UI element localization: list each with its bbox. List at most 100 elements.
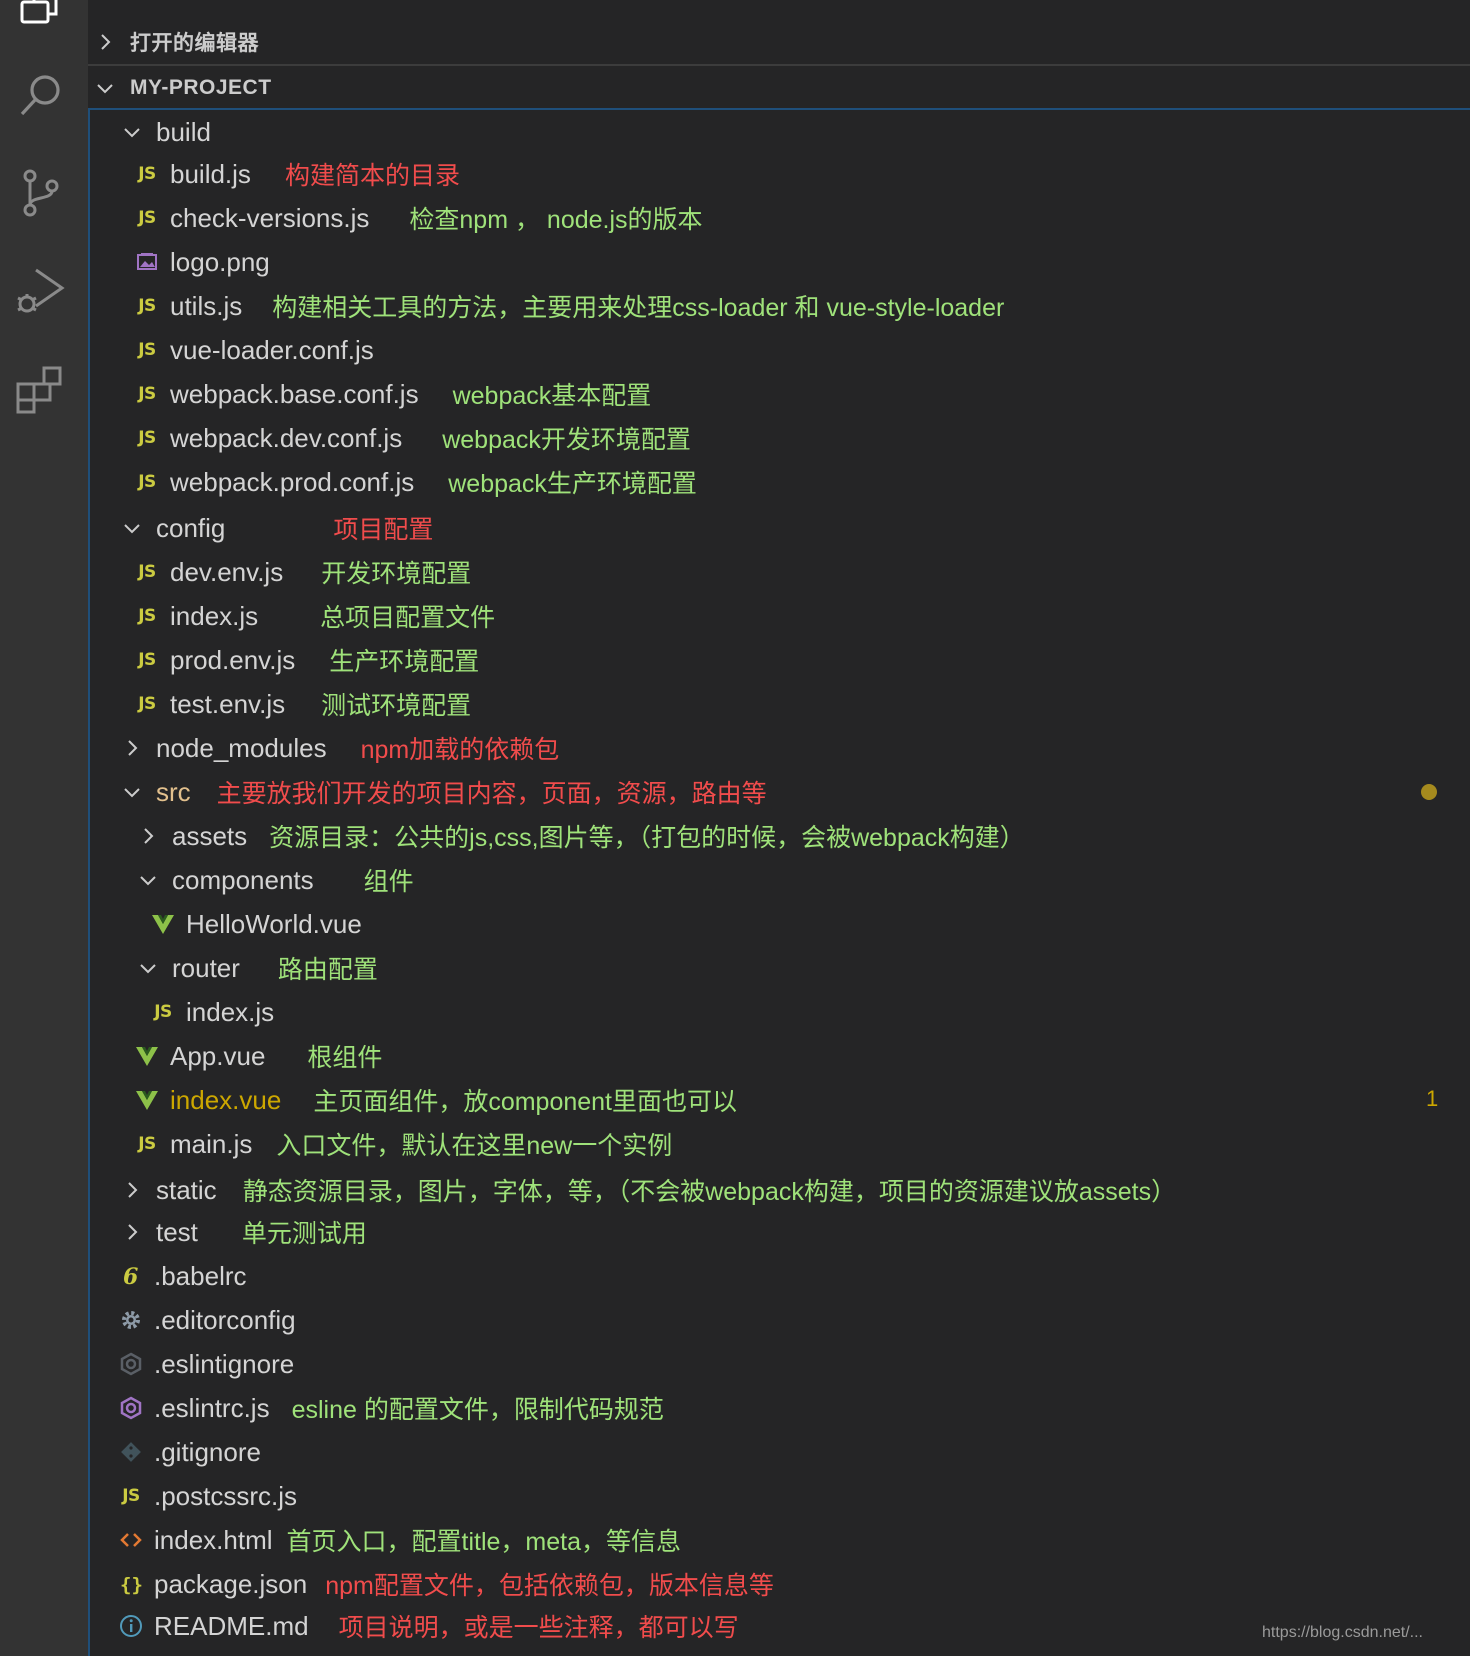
tree-folder[interactable]: components 组件 (136, 858, 414, 902)
section-open-editors[interactable]: 打开的编辑器 (94, 22, 259, 62)
tree-file[interactable]: JS vue-loader.conf.js (134, 328, 374, 372)
tree-file[interactable]: .eslintignore (118, 1342, 294, 1386)
file-name: .postcssrc.js (154, 1480, 298, 1511)
eslint-icon (118, 1351, 144, 1377)
tree-file[interactable]: JS .postcssrc.js (118, 1474, 297, 1518)
tree-file[interactable]: 6 .babelrc (118, 1254, 247, 1298)
tree-file[interactable]: JS dev.env.js 开发环境配置 (134, 550, 471, 594)
file-name: .eslintrc.js (154, 1392, 270, 1423)
focus-border (88, 108, 1470, 110)
chevron-right-icon (136, 824, 160, 848)
tree-folder[interactable]: test 单元测试用 (120, 1210, 367, 1254)
js-file-icon: JS (138, 606, 156, 626)
source-control-icon[interactable] (14, 166, 68, 220)
babel-icon: 6 (118, 1263, 144, 1289)
tree-file[interactable]: .editorconfig (118, 1298, 296, 1342)
tree-file[interactable]: {} package.json npm配置文件，包括依赖包，版本信息等 (118, 1562, 774, 1606)
annotation-note: npm配置文件，包括依赖包，版本信息等 (325, 1572, 774, 1600)
tree-folder[interactable]: src 主要放我们开发的项目内容，页面，资源，路由等 (120, 770, 767, 814)
chevron-down-icon (136, 868, 160, 892)
tree-file[interactable]: JS utils.js 构建相关工具的方法，主要用来处理css-loader 和 v… (134, 284, 1004, 328)
focus-border-left (88, 110, 90, 1656)
tree-folder[interactable]: assets 资源目录：公共的js,css,图片等，（打包的时候，会被webpac… (136, 814, 1025, 858)
annotation-note: 资源目录：公共的js,css,图片等，（打包的时候，会被webpack构建） (269, 824, 1025, 852)
tree-file[interactable]: JS webpack.dev.conf.js webpack开发环境配置 (134, 416, 691, 460)
tree-file[interactable]: .gitignore (118, 1430, 261, 1474)
tree-file[interactable]: logo.png (134, 240, 270, 284)
tree-folder[interactable]: static 静态资源目录，图片，字体，等，（不会被webpack构建，项目的资源… (120, 1168, 1176, 1212)
annotation-note: 单元测试用 (241, 1220, 367, 1248)
js-file-icon: JS (138, 1134, 156, 1154)
file-name: node_modules (156, 732, 327, 763)
git-icon (118, 1439, 144, 1465)
file-name: index.js (170, 600, 259, 631)
chevron-down-icon (136, 956, 160, 980)
tree-file[interactable]: JS index.js 总项目配置文件 (134, 594, 495, 638)
extensions-icon[interactable] (14, 362, 68, 416)
activity-bar (0, 0, 88, 1656)
annotation-note: 生产环境配置 (329, 648, 480, 676)
js-file-icon: JS (138, 164, 156, 184)
file-name: webpack.base.conf.js (170, 378, 419, 409)
tree-file[interactable]: JS index.js (150, 990, 274, 1034)
tree-folder[interactable]: node_modules npm加载的依赖包 (120, 726, 559, 770)
tree-file[interactable]: JS prod.env.js 生产环境配置 (134, 638, 479, 682)
tree-file[interactable]: JS webpack.prod.conf.js webpack生产环境配置 (134, 460, 697, 504)
tree-file[interactable]: JS main.js 入口文件，默认在这里new一个实例 (134, 1122, 672, 1166)
tree-file[interactable]: JS check-versions.js 检查npm ， node.js的版本 (134, 196, 702, 240)
annotation-note: 构建简本的目录 (284, 162, 460, 190)
section-project[interactable]: MY-PROJECT (94, 68, 272, 108)
html-icon (118, 1527, 144, 1553)
files-icon[interactable] (14, 0, 68, 42)
tree-file[interactable]: .eslintrc.js esline 的配置文件，限制代码规范 (118, 1386, 664, 1430)
file-name: README.md (154, 1610, 309, 1641)
file-name: .editorconfig (154, 1304, 296, 1335)
tree-file[interactable]: README.md 项目说明，或是一些注释，都可以写 (118, 1604, 739, 1648)
watermark-text: https://blog.csdn.net/... (1262, 1624, 1423, 1641)
file-name: HelloWorld.vue (186, 908, 362, 939)
tree-file[interactable]: JS test.env.js 测试环境配置 (134, 682, 471, 726)
eslint-icon (118, 1395, 144, 1421)
file-name: router (172, 952, 240, 983)
file-name: webpack.dev.conf.js (170, 422, 403, 453)
gear-icon (118, 1307, 144, 1333)
annotation-note: 首页入口，配置title，meta，等信息 (286, 1528, 681, 1556)
tree-folder[interactable]: build (120, 110, 211, 154)
annotation-note: webpack基本配置 (452, 382, 652, 410)
file-name: .gitignore (154, 1436, 261, 1467)
annotation-note: webpack开发环境配置 (442, 426, 691, 454)
annotation-note: 项目配置 (333, 516, 434, 544)
annotation-note: 项目说明，或是一些注释，都可以写 (338, 1614, 739, 1642)
file-name: index.html (154, 1524, 273, 1555)
section-title: 打开的编辑器 (130, 32, 259, 55)
js-file-icon: JS (138, 428, 156, 448)
chevron-down-icon (120, 120, 144, 144)
file-name: App.vue (170, 1040, 266, 1071)
file-name: index.vue (170, 1084, 282, 1115)
js-file-icon: JS (138, 340, 156, 360)
tree-file[interactable]: JS webpack.base.conf.js webpack基本配置 (134, 372, 651, 416)
annotation-note: 构建相关工具的方法，主要用来处理css-loader 和 vue-style-l… (272, 294, 1005, 322)
run-debug-icon[interactable] (14, 264, 68, 318)
tree-file[interactable]: App.vue 根组件 (134, 1034, 382, 1078)
vue-icon (150, 911, 176, 937)
file-name: logo.png (170, 246, 270, 277)
tree-file[interactable]: index.html 首页入口，配置title，meta，等信息 (118, 1518, 681, 1562)
js-file-icon: JS (138, 650, 156, 670)
file-name: package.json (154, 1568, 308, 1599)
annotation-note: 入口文件，默认在这里new一个实例 (276, 1132, 673, 1160)
svg-text:{}: {} (120, 1574, 143, 1596)
annotation-note: 根组件 (307, 1044, 383, 1072)
js-file-icon: JS (138, 208, 156, 228)
js-file-icon: JS (138, 296, 156, 316)
svg-text:6: 6 (123, 1264, 138, 1288)
search-icon[interactable] (14, 68, 68, 122)
tree-file[interactable]: HelloWorld.vue (150, 902, 362, 946)
js-file-icon: JS (138, 694, 156, 714)
file-name: .eslintignore (154, 1348, 295, 1379)
tree-file[interactable]: index.vue 主页面组件，放component里面也可以 (134, 1078, 737, 1122)
tree-folder[interactable]: router 路由配置 (136, 946, 378, 990)
tree-folder[interactable]: config 项目配置 (120, 506, 433, 550)
problem-count-badge: 1 (1426, 1086, 1439, 1111)
tree-file[interactable]: JS build.js 构建简本的目录 (134, 152, 460, 196)
